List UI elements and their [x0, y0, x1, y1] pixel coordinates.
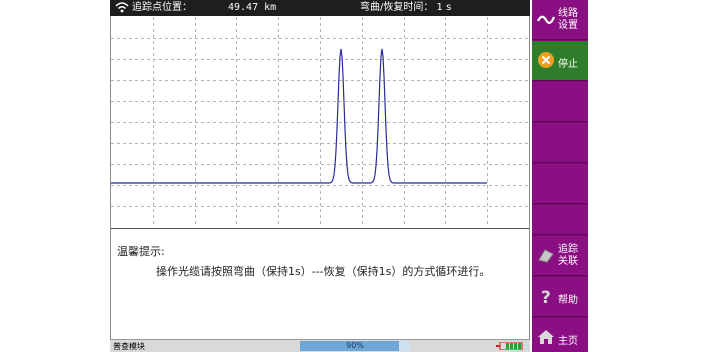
help-label: 帮助 [558, 295, 578, 306]
distance-value: 49.47 km [228, 2, 277, 13]
trace-link-label-1: 追踪 [558, 244, 578, 255]
trace-plot-svg [111, 17, 529, 227]
line-setup-label-2: 设置 [558, 20, 578, 31]
trace-plot [111, 17, 529, 227]
empty-button-4[interactable] [532, 205, 588, 235]
home-icon [538, 330, 554, 344]
empty-button-3[interactable] [532, 164, 588, 204]
stop-icon [538, 52, 554, 68]
hint-title: 温馨提示: [117, 245, 165, 258]
hint-message: 操作光缆请按照弯曲（保持1s）---恢复（保持1s）的方式循环进行。 [156, 265, 491, 278]
status-bar: 普查模块 90% [110, 339, 530, 352]
header-bar: 追踪点位置： 49.47 km 弯曲/恢复时间： 1 s [110, 0, 530, 16]
module-label: 普查模块 [113, 342, 145, 351]
line-setup-button[interactable]: 线路 设置 [532, 0, 588, 40]
hint-panel: 温馨提示: 操作光缆请按照弯曲（保持1s）---恢复（保持1s）的方式循环进行。 [111, 229, 529, 339]
empty-button-2[interactable] [532, 123, 588, 163]
location-label: 追踪点位置： [132, 2, 192, 13]
wave-icon [537, 15, 555, 24]
progress-bar: 90% [300, 341, 410, 351]
svg-text:?: ? [541, 288, 551, 305]
stop-label: 停止 [558, 59, 578, 70]
progress-text: 90% [346, 341, 364, 350]
line-setup-label-1: 线路 [558, 8, 578, 19]
sidebar: 线路 设置 停止 追踪 关联 ? 帮助 主页 [532, 0, 588, 352]
trace-link-button[interactable]: 追踪 关联 [532, 236, 588, 276]
home-label: 主页 [558, 336, 578, 347]
help-icon: ? [541, 288, 551, 305]
help-button[interactable]: ? 帮助 [532, 277, 588, 317]
trace-line [111, 48, 487, 184]
trace-link-label-2: 关联 [558, 256, 578, 267]
bend-time-label: 弯曲/恢复时间： 1 s [360, 2, 452, 13]
empty-button-1[interactable] [532, 82, 588, 122]
home-button[interactable]: 主页 [532, 318, 588, 352]
wifi-icon [115, 2, 129, 13]
link-icon [538, 249, 554, 263]
battery-icon [496, 342, 523, 350]
stop-button[interactable]: 停止 [532, 41, 588, 81]
